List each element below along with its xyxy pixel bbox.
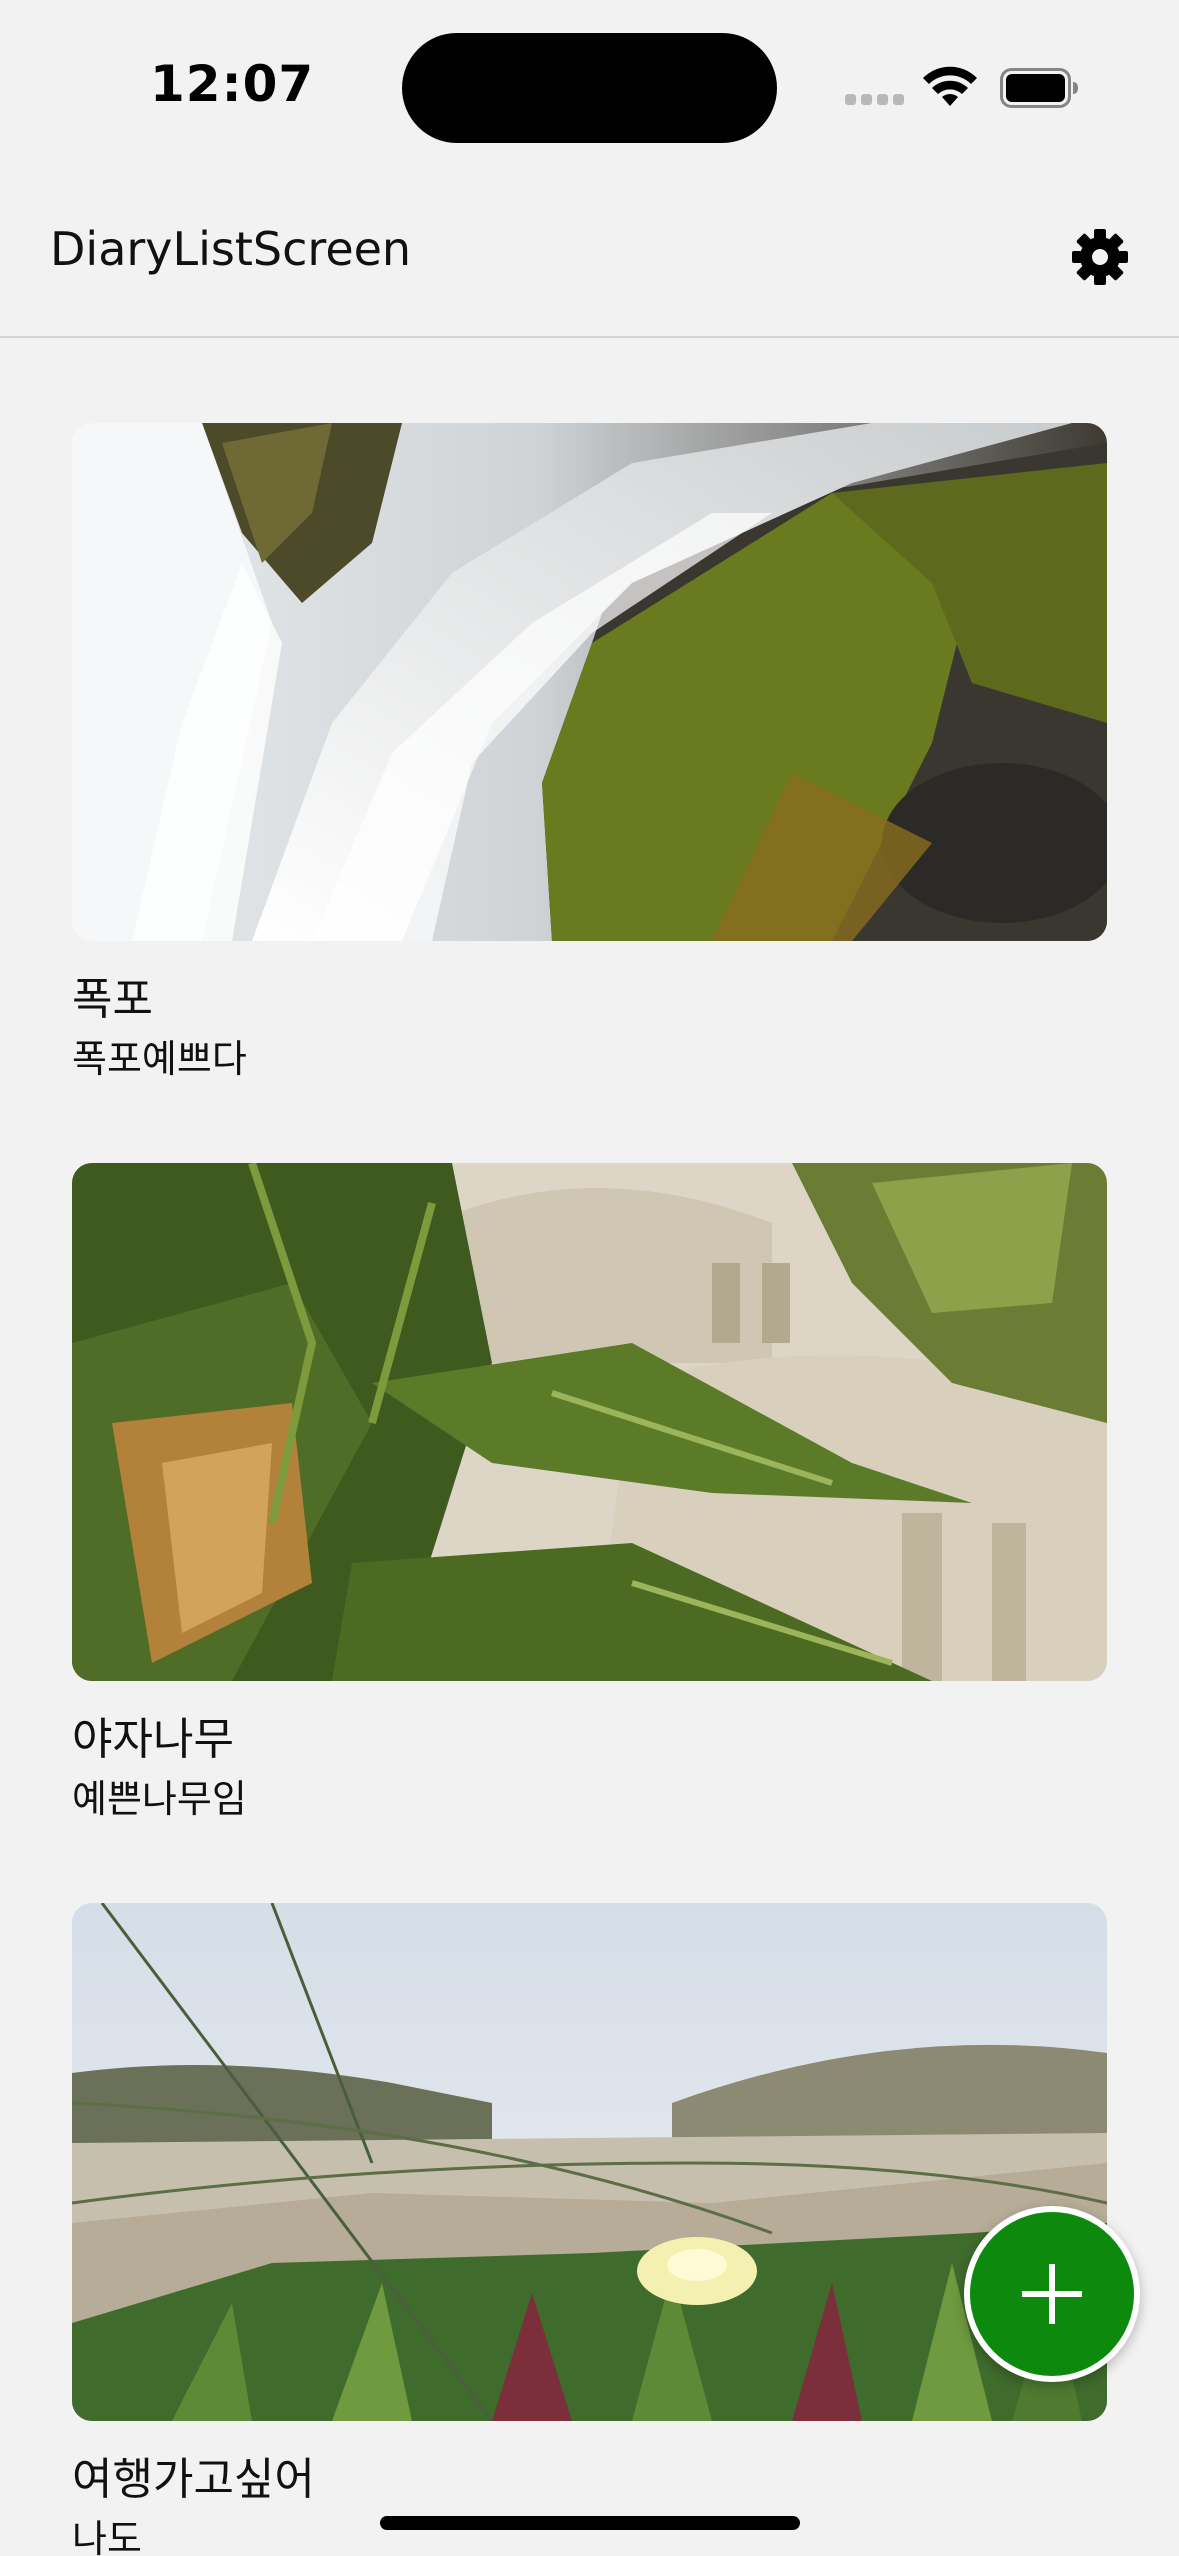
plus-icon [1022, 2264, 1082, 2324]
signal-icon [845, 94, 905, 108]
waterfall-photo [72, 423, 1107, 941]
wifi-icon [923, 66, 977, 106]
navigation-bar: DiaryListScreen [0, 170, 1179, 338]
add-diary-button[interactable] [964, 2206, 1140, 2382]
status-time: 12:07 [150, 55, 315, 113]
dynamic-island [402, 33, 777, 143]
diary-card[interactable]: 야자나무 예쁜나무임 [72, 1163, 1107, 1827]
battery-icon [1000, 68, 1078, 108]
diary-title: 야자나무 [72, 1714, 234, 1765]
beach-flower-photo [72, 1903, 1107, 2421]
home-indicator[interactable] [380, 2516, 800, 2530]
diary-description: 예쁜나무임 [72, 1777, 247, 1821]
page-title: DiaryListScreen [50, 222, 412, 276]
diary-title: 폭포 [72, 974, 153, 1025]
palm-tree-mosque-photo [72, 1163, 1107, 1681]
gear-icon[interactable] [1068, 225, 1132, 289]
diary-card[interactable]: 여행가고싶어 나도 [72, 1903, 1107, 2556]
diary-list-screen: 12:07 DiaryListScreen 폭포 폭포예쁘다 야자나무 예쁜나무… [0, 0, 1179, 2556]
diary-description: 폭포예쁘다 [72, 1037, 247, 1081]
diary-card[interactable]: 폭포 폭포예쁘다 [72, 423, 1107, 1087]
status-bar: 12:07 [0, 0, 1179, 170]
diary-title: 여행가고싶어 [72, 2454, 315, 2505]
